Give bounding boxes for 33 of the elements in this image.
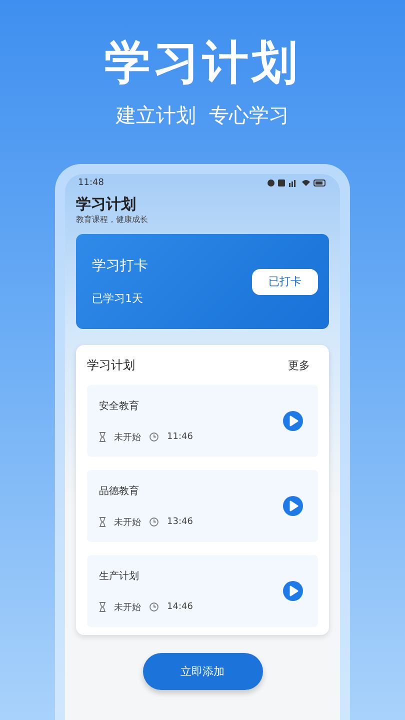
checkin-title: 学习打卡	[92, 257, 148, 275]
status-icons-drawing	[267, 179, 327, 187]
plan-item[interactable]: 生产计划 未开始 14:46	[87, 555, 318, 627]
play-icon[interactable]	[282, 410, 304, 432]
add-button[interactable]: 立即添加	[142, 653, 262, 690]
play-icon[interactable]	[282, 580, 304, 602]
status-time: 11:48	[78, 178, 104, 188]
plan-name: 安全教育	[99, 400, 140, 412]
plan-status: 未开始	[114, 432, 141, 444]
clock-icon	[149, 517, 159, 527]
plan-item[interactable]: 品德教育 未开始 13:46	[87, 470, 318, 542]
hourglass-icon	[99, 602, 106, 612]
hourglass-icon	[99, 517, 106, 527]
promo-headline: 学习计划	[104, 34, 300, 91]
app-title: 学习计划	[76, 194, 137, 214]
plan-status: 未开始	[114, 602, 141, 614]
promo-tagline: 建立计划 专心学习	[116, 102, 289, 128]
plan-time: 13:46	[167, 517, 193, 527]
more-link[interactable]: 更多	[288, 358, 310, 372]
plan-item[interactable]: 安全教育 未开始 11:46	[87, 385, 318, 457]
study-days: 已学习1天	[92, 291, 148, 306]
app-subtitle: 教育课程，健康成长	[76, 214, 149, 225]
plan-time: 11:46	[167, 432, 193, 442]
play-icon[interactable]	[282, 495, 304, 517]
clock-icon	[149, 432, 159, 442]
plan-name: 生产计划	[99, 570, 140, 582]
plan-status: 未开始	[114, 516, 141, 528]
plan-section-title: 学习计划	[87, 356, 135, 374]
clock-icon	[149, 602, 159, 612]
plan-name: 品德教育	[99, 484, 140, 498]
plan-time: 14:46	[167, 602, 193, 612]
checked-in-button[interactable]: 已打卡	[252, 268, 318, 294]
hourglass-icon	[99, 432, 106, 442]
